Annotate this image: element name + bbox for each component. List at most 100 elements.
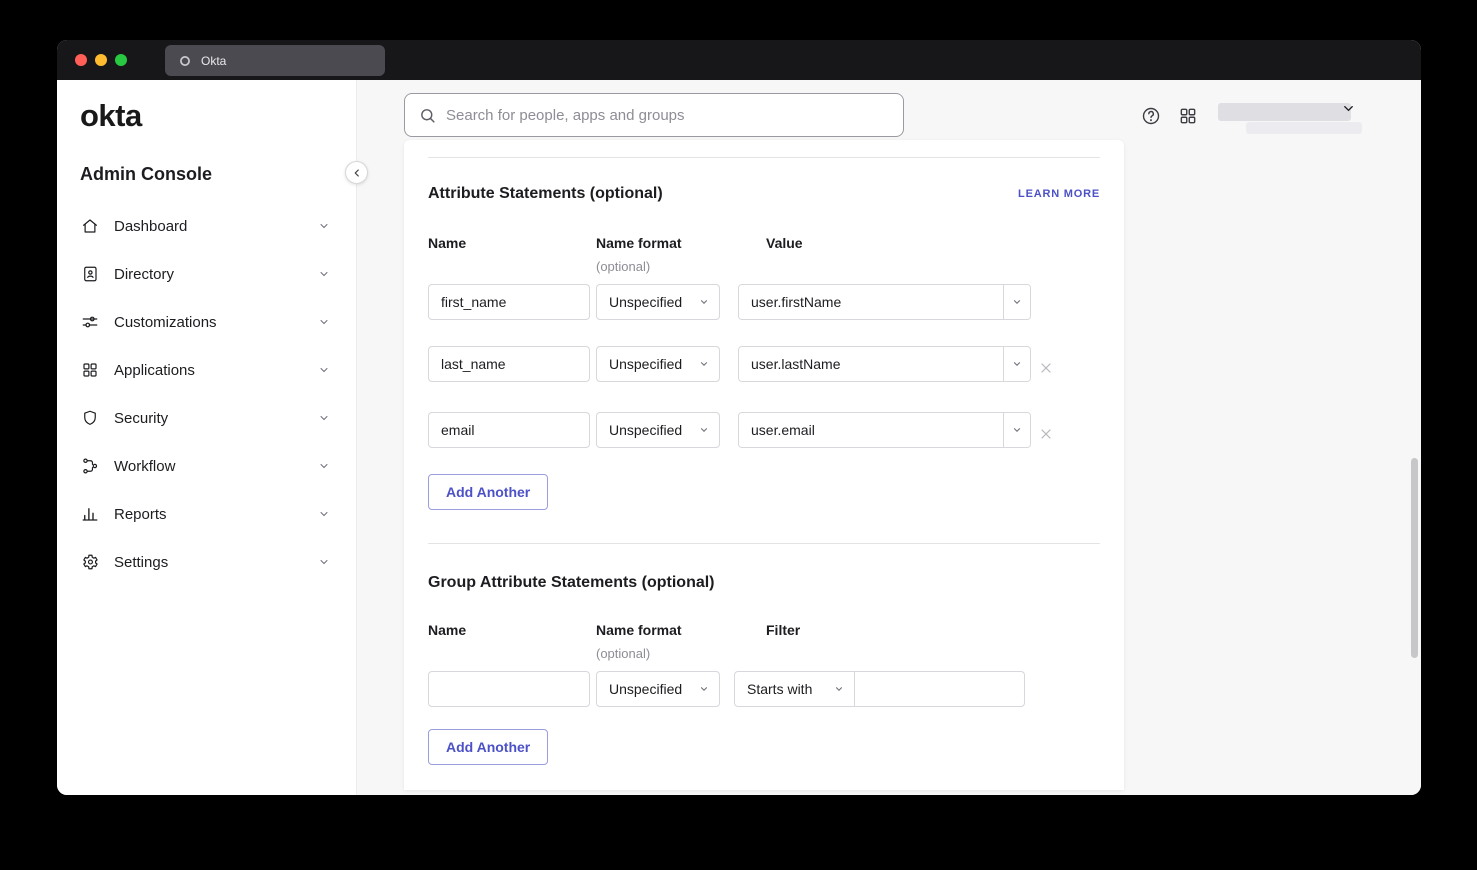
chevron-down-icon	[318, 508, 330, 520]
attr-value-input[interactable]	[739, 347, 1003, 381]
sidebar-item-label: Customizations	[114, 314, 217, 331]
column-header-name-format: Name format	[596, 622, 682, 638]
okta-favicon-icon	[178, 54, 192, 68]
help-icon[interactable]	[1141, 106, 1161, 126]
select-value: Unspecified	[609, 681, 682, 697]
sidebar-item-label: Settings	[114, 554, 168, 571]
okta-logo: okta	[80, 98, 142, 134]
zoom-window-button[interactable]	[115, 54, 127, 66]
bar-chart-icon	[81, 505, 99, 523]
chevron-down-icon	[318, 412, 330, 424]
workflow-icon	[81, 457, 99, 475]
select-value: Unspecified	[609, 294, 682, 310]
sidebar-item-applications[interactable]: Applications	[57, 346, 356, 394]
traffic-lights	[75, 54, 127, 66]
scrollbar-thumb[interactable]	[1411, 458, 1418, 658]
add-another-group-attribute-button[interactable]: Add Another	[428, 729, 548, 765]
group-attr-name-format-select[interactable]: Unspecified	[596, 671, 720, 707]
search-icon	[419, 107, 436, 124]
attr-value-combo	[738, 346, 1031, 382]
directory-icon	[81, 265, 99, 283]
add-another-attribute-button[interactable]: Add Another	[428, 474, 548, 510]
search-input[interactable]	[446, 107, 889, 124]
user-menu-chevron-down-icon[interactable]	[1341, 101, 1356, 121]
sidebar-item-label: Dashboard	[114, 218, 187, 235]
sliders-icon	[81, 313, 99, 331]
attr-value-dropdown-button[interactable]	[1003, 347, 1030, 381]
sidebar-item-security[interactable]: Security	[57, 394, 356, 442]
attr-value-input[interactable]	[739, 413, 1003, 447]
column-note-optional: (optional)	[596, 259, 650, 274]
select-value: Unspecified	[609, 422, 682, 438]
remove-row-icon[interactable]	[1038, 426, 1054, 442]
sidebar-item-label: Workflow	[114, 458, 175, 475]
attr-name-format-select[interactable]: Unspecified	[596, 284, 720, 320]
group-attr-filter-type-select[interactable]: Starts with	[734, 671, 855, 707]
minimize-window-button[interactable]	[95, 54, 107, 66]
attr-value-combo	[738, 412, 1031, 448]
column-header-name: Name	[428, 622, 466, 638]
sidebar-item-label: Reports	[114, 506, 167, 523]
tab-title: Okta	[201, 54, 226, 68]
attr-value-dropdown-button[interactable]	[1003, 413, 1030, 447]
section-divider	[428, 157, 1100, 158]
column-header-filter: Filter	[766, 622, 800, 638]
main-area: Attribute Statements (optional) LEARN MO…	[357, 80, 1421, 795]
global-search	[404, 93, 904, 137]
attr-value-input[interactable]	[739, 285, 1003, 319]
home-icon	[81, 217, 99, 235]
attr-name-input[interactable]	[428, 412, 590, 448]
chevron-down-icon	[318, 316, 330, 328]
sidebar: okta Admin Console Dashboard Dire	[57, 80, 357, 795]
group-attr-name-input[interactable]	[428, 671, 590, 707]
column-header-name: Name	[428, 235, 466, 251]
sidebar-item-customizations[interactable]: Customizations	[57, 298, 356, 346]
attribute-statements-title: Attribute Statements (optional)	[428, 185, 663, 203]
column-note-optional: (optional)	[596, 646, 650, 661]
select-value: Unspecified	[609, 356, 682, 372]
attr-name-format-select[interactable]: Unspecified	[596, 346, 720, 382]
attr-value-combo	[738, 284, 1031, 320]
close-window-button[interactable]	[75, 54, 87, 66]
sidebar-nav: Dashboard Directory	[57, 202, 356, 586]
chevron-down-icon	[318, 556, 330, 568]
attr-name-input[interactable]	[428, 284, 590, 320]
caret-down-icon	[699, 684, 709, 694]
chevron-down-icon	[318, 268, 330, 280]
chevron-down-icon	[318, 220, 330, 232]
user-name-redacted[interactable]	[1218, 103, 1351, 121]
grid-icon	[81, 361, 99, 379]
attr-name-input[interactable]	[428, 346, 590, 382]
remove-row-icon[interactable]	[1038, 360, 1054, 376]
sidebar-item-label: Security	[114, 410, 168, 427]
user-org-redacted	[1246, 122, 1362, 134]
select-value: Starts with	[747, 681, 812, 697]
app-settings-card: Attribute Statements (optional) LEARN MO…	[404, 140, 1124, 790]
browser-tab-okta[interactable]: Okta	[165, 45, 385, 76]
attr-name-format-select[interactable]: Unspecified	[596, 412, 720, 448]
shield-icon	[81, 409, 99, 427]
group-attribute-statements-title: Group Attribute Statements (optional)	[428, 574, 715, 592]
caret-down-icon	[834, 684, 844, 694]
gear-icon	[81, 553, 99, 571]
sidebar-item-workflow[interactable]: Workflow	[57, 442, 356, 490]
caret-down-icon	[699, 359, 709, 369]
group-attr-filter-value-input[interactable]	[854, 671, 1025, 707]
column-header-name-format: Name format	[596, 235, 682, 251]
apps-grid-icon[interactable]	[1178, 106, 1198, 126]
column-header-value: Value	[766, 235, 803, 251]
caret-down-icon	[699, 297, 709, 307]
section-divider	[428, 543, 1100, 544]
sidebar-item-directory[interactable]: Directory	[57, 250, 356, 298]
sidebar-item-dashboard[interactable]: Dashboard	[57, 202, 356, 250]
sidebar-item-label: Directory	[114, 266, 174, 283]
sidebar-item-settings[interactable]: Settings	[57, 538, 356, 586]
caret-down-icon	[699, 425, 709, 435]
learn-more-link[interactable]: LEARN MORE	[1018, 188, 1100, 200]
admin-console-title: Admin Console	[80, 164, 212, 185]
attr-value-dropdown-button[interactable]	[1003, 285, 1030, 319]
chevron-down-icon	[318, 364, 330, 376]
window-titlebar: Okta	[57, 40, 1421, 80]
sidebar-item-reports[interactable]: Reports	[57, 490, 356, 538]
sidebar-collapse-button[interactable]	[345, 161, 368, 184]
